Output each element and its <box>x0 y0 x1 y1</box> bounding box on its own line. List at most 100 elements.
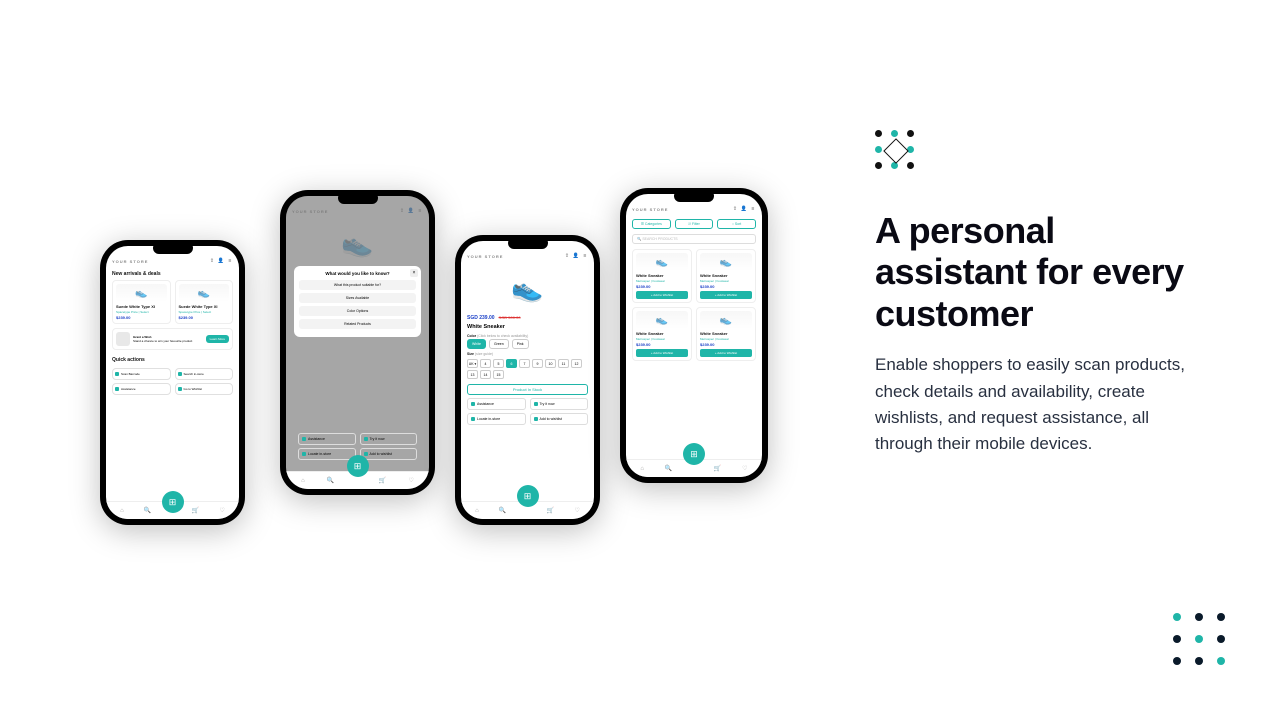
size-opt[interactable]: 7 <box>519 359 530 368</box>
qa-wishlist[interactable]: Go to Wishlist <box>175 383 234 395</box>
qa-scan[interactable]: Scan Barcode <box>112 368 171 380</box>
heart-icon[interactable]: ♡ <box>409 477 414 484</box>
menu-icon[interactable]: ≡ <box>750 206 756 212</box>
dot-grid-decoration <box>1173 613 1225 665</box>
size-opt[interactable]: 4 <box>480 359 491 368</box>
brand-logo <box>875 130 915 170</box>
assist-btn[interactable]: Assistance <box>467 398 526 410</box>
add-wishlist-btn[interactable]: + Add to Wishlist <box>700 291 752 299</box>
modal-option[interactable]: What this product suitable for? <box>299 280 416 290</box>
product-price: $239.00 <box>116 315 167 320</box>
phone-modal: YOUR STORE ⇪👤≡ 👟 × What would you like t… <box>280 190 435 495</box>
sort-btn[interactable]: ↕ Sort <box>717 219 756 229</box>
product-card[interactable]: White SneakerMetrospec | Footwear$239.00… <box>632 249 692 303</box>
add-wishlist-btn[interactable]: + Add to Wishlist <box>700 349 752 357</box>
product-name: Suede White Type XI <box>116 304 167 309</box>
home-icon[interactable]: ⌂ <box>640 466 644 472</box>
heart-icon[interactable]: ♡ <box>742 465 747 472</box>
modal-option[interactable]: Sizes Available <box>299 293 416 303</box>
scan-fab[interactable]: ⊞ <box>683 443 705 465</box>
product-card[interactable]: Suede White Type XI Spacetype Price | Se… <box>175 280 234 324</box>
product-card[interactable]: White SneakerMetrospec | Footwear$239.00… <box>696 249 756 303</box>
share-icon[interactable]: ⇪ <box>732 206 738 212</box>
shoe-image <box>116 284 167 302</box>
add-wishlist-btn[interactable]: + Add to Wishlist <box>636 291 688 299</box>
price-current: SGD 239.00 <box>467 315 495 321</box>
locate-btn[interactable]: Locate in-store <box>298 448 356 460</box>
scan-fab[interactable]: ⊞ <box>347 455 369 477</box>
product-meta: Spacetype Price | Select <box>179 310 230 314</box>
color-chip[interactable]: Green <box>489 339 509 349</box>
assist-btn[interactable]: Assistance <box>298 433 356 445</box>
try-btn[interactable]: Try it now <box>530 398 589 410</box>
home-icon[interactable]: ⌂ <box>475 508 479 514</box>
user-icon[interactable]: 👤 <box>573 253 579 259</box>
wish-sub: Stand a chance to win your favourite pro… <box>133 339 192 343</box>
product-card[interactable]: Suede White Type XI Spacetype Price | Se… <box>112 280 171 324</box>
share-icon[interactable]: ⇪ <box>209 258 215 264</box>
size-opt[interactable]: 13 <box>467 370 478 379</box>
size-opt[interactable]: 6 <box>506 359 517 368</box>
search-icon[interactable]: 🔍 <box>144 507 151 514</box>
wish-banner[interactable]: Grant a WishStand a chance to win your f… <box>112 328 233 350</box>
scan-fab[interactable]: ⊞ <box>162 491 184 513</box>
wish-cta[interactable]: Learn More <box>206 335 229 343</box>
share-icon[interactable]: ⇪ <box>564 253 570 259</box>
size-select[interactable]: UK ▾ <box>467 359 478 368</box>
search-icon[interactable]: 🔍 <box>499 507 506 514</box>
copy-panel: A personal assistant for every customer … <box>875 130 1185 458</box>
cart-icon[interactable]: 🛒 <box>192 507 199 514</box>
size-opt[interactable]: 15 <box>493 370 504 379</box>
qa-assist[interactable]: Assistance <box>112 383 171 395</box>
heart-icon[interactable]: ♡ <box>220 507 225 514</box>
modal-option[interactable]: Related Products <box>299 319 416 329</box>
store-title: YOUR STORE <box>112 259 148 264</box>
modal-option[interactable]: Color Options <box>299 306 416 316</box>
user-icon[interactable]: 👤 <box>741 206 747 212</box>
size-opt[interactable]: 12 <box>571 359 582 368</box>
search-input[interactable]: 🔍 SEARCH PRODUCTS <box>632 234 756 244</box>
qa-search[interactable]: Search in-store <box>175 368 234 380</box>
hero-body: Enable shoppers to easily scan products,… <box>875 352 1185 457</box>
hero-heading: A personal assistant for every customer <box>875 210 1185 334</box>
notch <box>153 242 193 254</box>
cart-icon[interactable]: 🛒 <box>714 465 721 472</box>
color-chip[interactable]: White <box>467 339 486 349</box>
stock-status: Product In Stock <box>467 384 588 395</box>
size-opt[interactable]: 5 <box>493 359 504 368</box>
size-opt[interactable]: 10 <box>545 359 556 368</box>
size-opt[interactable]: 14 <box>480 370 491 379</box>
try-btn[interactable]: Try it now <box>360 433 418 445</box>
scan-fab[interactable]: ⊞ <box>517 485 539 507</box>
quick-actions-heading: Quick actions <box>106 354 239 366</box>
size-opt[interactable]: 9 <box>532 359 543 368</box>
store-title: YOUR STORE <box>632 207 668 212</box>
shoe-image <box>179 284 230 302</box>
heart-icon[interactable]: ♡ <box>575 507 580 514</box>
phone-pdp: YOUR STORE ⇪👤≡ 👟 SGD 239.00SGD 500.00 Wh… <box>455 235 600 525</box>
close-icon[interactable]: × <box>410 269 418 277</box>
locate-btn[interactable]: Locate in-store <box>467 413 526 425</box>
cart-icon[interactable]: 🛒 <box>547 507 554 514</box>
product-card[interactable]: White SneakerMetrospec | Footwear$239.00… <box>696 307 756 361</box>
notch <box>508 237 548 249</box>
search-icon[interactable]: 🔍 <box>327 477 334 484</box>
home-icon[interactable]: ⌂ <box>120 508 124 514</box>
size-opt[interactable]: 11 <box>558 359 569 368</box>
home-icon[interactable]: ⌂ <box>301 478 305 484</box>
product-card[interactable]: White SneakerMetrospec | Footwear$239.00… <box>632 307 692 361</box>
menu-icon[interactable]: ≡ <box>227 258 233 264</box>
color-chip[interactable]: Pink <box>512 339 529 349</box>
addwish-btn[interactable]: Add to wishlist <box>360 448 418 460</box>
categories-btn[interactable]: ☰ Categories <box>632 219 671 229</box>
user-icon[interactable]: 👤 <box>218 258 224 264</box>
product-name: Suede White Type XI <box>179 304 230 309</box>
phone-home: YOUR STORE ⇪👤≡ New arrivals & deals Sued… <box>100 240 245 525</box>
menu-icon[interactable]: ≡ <box>582 253 588 259</box>
addwish-btn[interactable]: Add to wishlist <box>530 413 589 425</box>
filter-btn[interactable]: ⎚ Filter <box>675 219 714 229</box>
add-wishlist-btn[interactable]: + Add to Wishlist <box>636 349 688 357</box>
search-icon[interactable]: 🔍 <box>665 465 672 472</box>
cart-icon[interactable]: 🛒 <box>379 477 386 484</box>
phone-mockups-stage: YOUR STORE ⇪👤≡ New arrivals & deals Sued… <box>60 180 820 600</box>
